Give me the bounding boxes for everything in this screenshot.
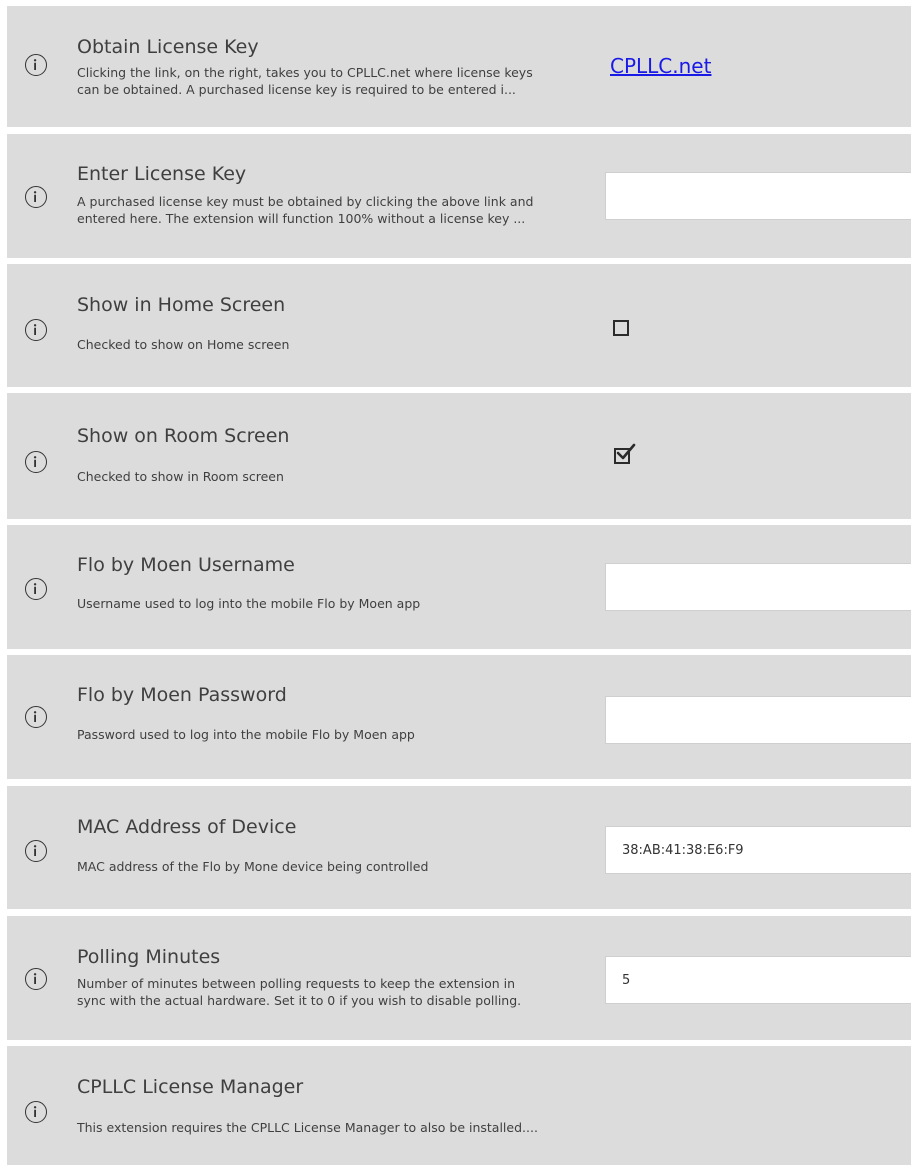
setting-row-obtain-license-key: Obtain License Key Clicking the link, on… bbox=[7, 6, 911, 127]
checkmark-icon bbox=[616, 443, 636, 460]
setting-description: Number of minutes between polling reques… bbox=[77, 976, 522, 1008]
setting-description: A purchased license key must be obtained… bbox=[77, 194, 534, 226]
setting-title: Enter License Key bbox=[77, 163, 247, 185]
setting-row-password: Flo by Moen Password Password used to lo… bbox=[7, 655, 911, 779]
info-icon[interactable] bbox=[25, 1101, 47, 1123]
setting-description: Password used to log into the mobile Flo… bbox=[77, 727, 415, 742]
setting-title: Show on Room Screen bbox=[77, 425, 290, 447]
setting-row-enter-license-key: Enter License Key A purchased license ke… bbox=[7, 134, 911, 258]
setting-row-polling-minutes: Polling Minutes Number of minutes betwee… bbox=[7, 916, 911, 1040]
info-icon[interactable] bbox=[25, 451, 47, 473]
setting-title: Polling Minutes bbox=[77, 946, 221, 968]
home-screen-checkbox[interactable] bbox=[613, 320, 629, 336]
license-key-input[interactable] bbox=[605, 172, 911, 220]
setting-description: Username used to log into the mobile Flo… bbox=[77, 596, 421, 611]
mac-address-input[interactable] bbox=[605, 826, 911, 874]
setting-row-show-room-screen: Show on Room Screen Checked to show in R… bbox=[7, 393, 911, 519]
setting-title: CPLLC License Manager bbox=[77, 1076, 304, 1098]
info-icon[interactable] bbox=[25, 186, 47, 208]
info-icon[interactable] bbox=[25, 578, 47, 600]
setting-title: Flo by Moen Username bbox=[77, 554, 295, 576]
polling-minutes-input[interactable] bbox=[605, 956, 911, 1004]
setting-title: Flo by Moen Password bbox=[77, 684, 287, 706]
setting-description: This extension requires the CPLLC Licens… bbox=[77, 1120, 538, 1135]
setting-row-show-home-screen: Show in Home Screen Checked to show on H… bbox=[7, 264, 911, 387]
info-icon[interactable] bbox=[25, 319, 47, 341]
info-icon[interactable] bbox=[25, 968, 47, 990]
setting-title: Obtain License Key bbox=[77, 36, 259, 58]
info-icon[interactable] bbox=[25, 706, 47, 728]
setting-row-license-manager: CPLLC License Manager This extension req… bbox=[7, 1046, 911, 1165]
password-input[interactable] bbox=[605, 696, 911, 744]
username-input[interactable] bbox=[605, 563, 911, 611]
setting-row-mac-address: MAC Address of Device MAC address of the… bbox=[7, 786, 911, 909]
cpllc-link[interactable]: CPLLC.net bbox=[610, 54, 711, 78]
room-screen-checkbox[interactable] bbox=[614, 443, 636, 464]
info-icon[interactable] bbox=[25, 54, 47, 76]
setting-title: MAC Address of Device bbox=[77, 816, 297, 838]
setting-description: Checked to show in Room screen bbox=[77, 469, 284, 484]
setting-title: Show in Home Screen bbox=[77, 294, 286, 316]
setting-description: Checked to show on Home screen bbox=[77, 337, 290, 352]
info-icon[interactable] bbox=[25, 840, 47, 862]
setting-description: MAC address of the Flo by Mone device be… bbox=[77, 859, 429, 874]
setting-row-username: Flo by Moen Username Username used to lo… bbox=[7, 525, 911, 649]
setting-description: Clicking the link, on the right, takes y… bbox=[77, 65, 533, 97]
